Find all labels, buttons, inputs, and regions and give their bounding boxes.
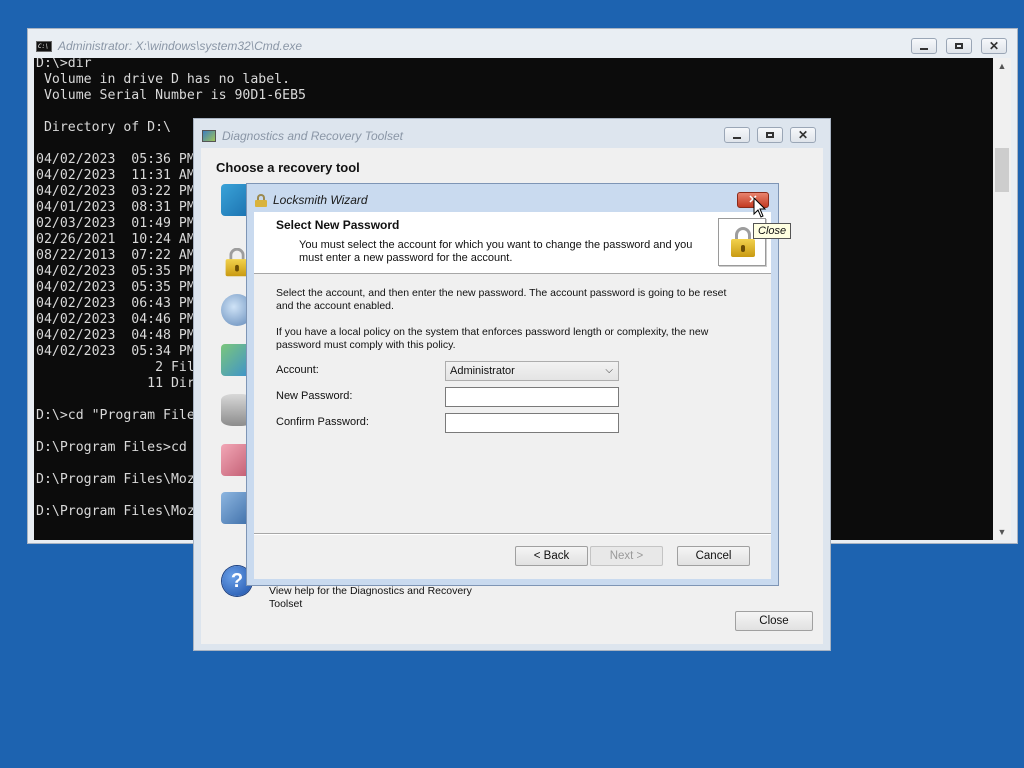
cmd-title: Administrator: X:\windows\system32\Cmd.e… <box>58 39 303 53</box>
wizard-header-description: You must select the account for which yo… <box>299 239 693 264</box>
lock-icon <box>255 193 267 207</box>
confirm-password-input[interactable] <box>445 413 619 433</box>
cmd-title-bar[interactable]: C:\ Administrator: X:\windows\system32\C… <box>36 39 302 53</box>
wizard-title: Locksmith Wizard <box>273 193 368 207</box>
cmd-maximize-button[interactable] <box>946 38 972 54</box>
cmd-close-button[interactable]: ✕ <box>981 38 1007 54</box>
minimize-icon <box>733 136 741 139</box>
chevron-down-icon: ⌵ <box>605 365 613 376</box>
new-password-input[interactable] <box>445 387 619 407</box>
cmd-window-controls: ✕ <box>911 38 1007 54</box>
back-button[interactable]: < Back <box>515 546 588 566</box>
close-icon: ✕ <box>988 39 1000 53</box>
wizard-button-bar: < Back Next > Cancel <box>254 535 771 579</box>
maximize-icon <box>766 132 774 138</box>
wizard-header-title: Select New Password <box>276 218 400 232</box>
mouse-cursor-icon <box>753 197 767 218</box>
wizard-header: Select New Password You must select the … <box>254 212 771 274</box>
account-label: Account: <box>276 364 319 376</box>
cmd-scroll-thumb[interactable] <box>995 148 1009 192</box>
dart-close-button[interactable]: ✕ <box>790 127 816 143</box>
close-icon: ✕ <box>797 128 809 142</box>
help-link[interactable]: View help for the Diagnostics and Recove… <box>269 585 499 611</box>
dart-minimize-button[interactable] <box>724 127 750 143</box>
dart-maximize-button[interactable] <box>757 127 783 143</box>
cmd-scrollbar[interactable]: ▲ ▼ <box>993 58 1011 540</box>
wizard-instructions: Select the account, and then enter the n… <box>276 287 727 312</box>
wizard-title-bar[interactable]: Locksmith Wizard <box>255 193 368 207</box>
new-password-label: New Password: <box>276 390 353 402</box>
wizard-content: Select New Password You must select the … <box>254 212 771 579</box>
dart-title-bar[interactable]: Diagnostics and Recovery Toolset <box>202 129 403 143</box>
cancel-button[interactable]: Cancel <box>677 546 750 566</box>
cmd-app-icon: C:\ <box>36 40 52 52</box>
wizard-policy-note: If you have a local policy on the system… <box>276 326 709 351</box>
account-value: Administrator <box>450 365 515 377</box>
scroll-up-icon[interactable]: ▲ <box>993 58 1011 74</box>
dart-heading: Choose a recovery tool <box>216 160 360 175</box>
dart-app-icon <box>202 130 216 142</box>
account-dropdown[interactable]: Administrator ⌵ <box>445 361 619 381</box>
locksmith-wizard-window: Locksmith Wizard ✕ Select New Password Y… <box>246 183 779 586</box>
cmd-minimize-button[interactable] <box>911 38 937 54</box>
confirm-password-label: Confirm Password: <box>276 416 369 428</box>
close-tooltip: Close <box>753 223 792 239</box>
scroll-down-icon[interactable]: ▼ <box>993 524 1011 540</box>
next-button[interactable]: Next > <box>590 546 663 566</box>
dart-close-button-bottom[interactable]: Close <box>735 611 813 631</box>
maximize-icon <box>955 43 963 49</box>
dart-window-controls: ✕ <box>724 127 820 143</box>
minimize-icon <box>920 47 928 50</box>
dart-title: Diagnostics and Recovery Toolset <box>222 129 403 143</box>
